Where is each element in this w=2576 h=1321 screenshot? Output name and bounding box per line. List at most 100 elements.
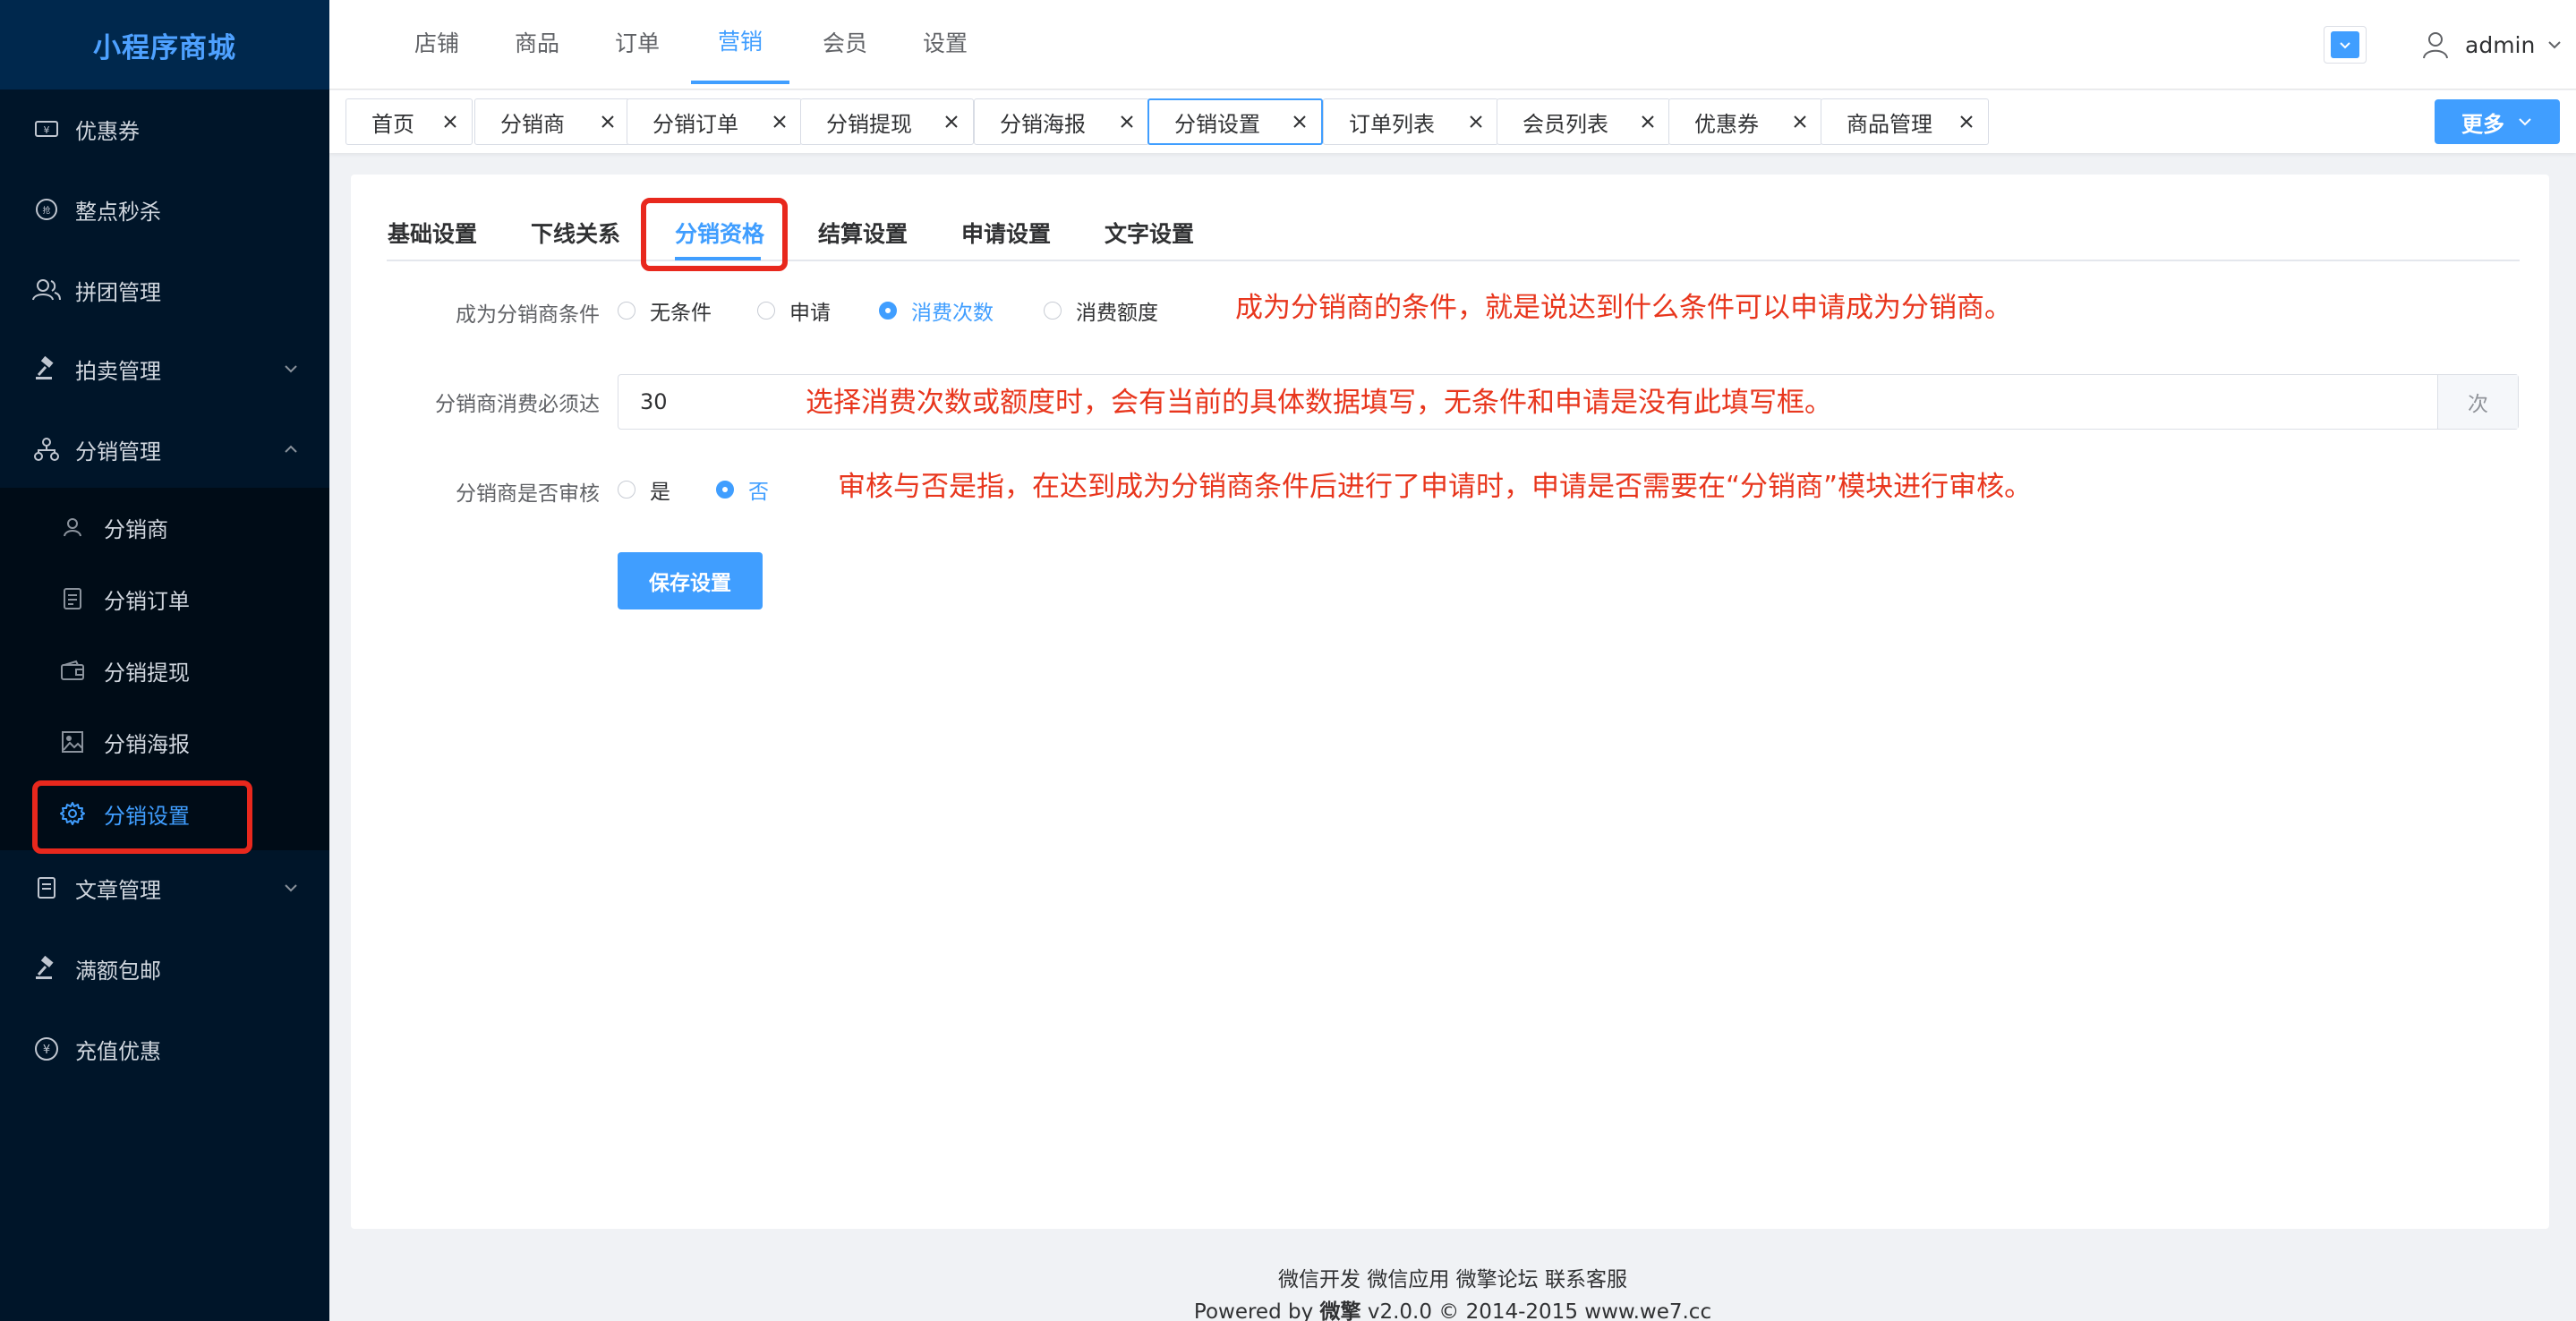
- wallet-icon: [59, 657, 86, 684]
- more-button[interactable]: 更多: [2435, 99, 2560, 144]
- close-icon[interactable]: [1118, 113, 1136, 131]
- tag-distribution-settings[interactable]: 分销设置: [1147, 98, 1323, 145]
- sidebar-subitem-distributor[interactable]: 分销商: [0, 491, 329, 563]
- radio-label: 申请: [789, 302, 831, 325]
- radio-label: 无条件: [650, 302, 712, 325]
- close-icon[interactable]: [441, 113, 459, 131]
- sidebar-item-label: 优惠券: [75, 118, 140, 144]
- radio-label: 否: [748, 481, 769, 504]
- sidebar-item-auction[interactable]: 拍卖管理: [0, 333, 329, 405]
- tab-settlement[interactable]: 结算设置: [818, 217, 908, 252]
- radio-label: 消费次数: [911, 302, 994, 325]
- chevron-down-icon: [285, 365, 297, 373]
- powered-suffix: v2.0.0 © 2014-2015 www.we7.cc: [1361, 1300, 1712, 1321]
- chevron-down-icon: [285, 884, 297, 892]
- sidebar-subitem-label: 分销商: [104, 516, 168, 542]
- close-icon[interactable]: [1639, 113, 1657, 131]
- radio-apply[interactable]: 申请: [757, 297, 831, 325]
- sidebar-item-article[interactable]: 文章管理: [0, 852, 329, 924]
- annotation-note-2: 选择消费次数或额度时，会有当前的具体数据填写，无条件和申请是没有此填写框。: [806, 387, 1832, 419]
- footer-links: 微信开发 微信应用 微擎论坛 联系客服: [1278, 1268, 1627, 1291]
- sidebar-item-label: 拼团管理: [75, 279, 161, 305]
- close-icon[interactable]: [1958, 113, 1975, 131]
- tag-coupon[interactable]: 优惠券: [1668, 98, 1822, 145]
- radio-review-no[interactable]: 否: [716, 476, 769, 504]
- tag-label: 分销海报: [1000, 111, 1086, 137]
- chevron-down-icon: [2519, 118, 2531, 126]
- radio-circle: [618, 302, 635, 320]
- highlight-box: [32, 780, 252, 854]
- top-nav-members[interactable]: 会员: [820, 0, 870, 84]
- picture-icon: [59, 729, 86, 755]
- tag-distribution-poster[interactable]: 分销海报: [974, 98, 1149, 145]
- radio-consume-count[interactable]: 消费次数: [879, 297, 994, 325]
- radio-circle: [1044, 302, 1062, 320]
- top-nav-shop[interactable]: 店铺: [412, 0, 462, 84]
- tag-label: 会员列表: [1523, 111, 1608, 137]
- tag-distributor[interactable]: 分销商: [474, 98, 630, 145]
- sidebar-subitem-withdraw[interactable]: 分销提现: [0, 635, 329, 706]
- tag-label: 分销订单: [653, 111, 738, 137]
- sidebar-subitem-poster[interactable]: 分销海报: [0, 706, 329, 778]
- radio-no-condition[interactable]: 无条件: [618, 297, 712, 325]
- tab-basic-settings[interactable]: 基础设置: [388, 217, 477, 252]
- top-nav-settings[interactable]: 设置: [920, 0, 970, 84]
- tag-label: 优惠券: [1694, 111, 1759, 137]
- radio-review-yes[interactable]: 是: [618, 476, 670, 504]
- tab-text-settings[interactable]: 文字设置: [1105, 217, 1194, 252]
- unit-suffix: 次: [2437, 375, 2518, 429]
- powered-brand: 微擎: [1319, 1300, 1361, 1321]
- save-button[interactable]: 保存设置: [618, 552, 763, 609]
- sidebar-item-flash-sale[interactable]: 抢 整点秒杀: [0, 174, 329, 245]
- sidebar-item-group-buy[interactable]: 拼团管理: [0, 254, 329, 326]
- close-icon[interactable]: [943, 113, 960, 131]
- min-consume-label: 分销商消费必须达: [435, 393, 600, 416]
- radio-label: 消费额度: [1076, 302, 1158, 325]
- highlight-box: [641, 198, 788, 271]
- top-header: 店铺 商品 订单 营销 会员 设置: [329, 0, 2576, 89]
- condition-label: 成为分销商条件: [456, 303, 600, 327]
- brand-logo: 小程序商城: [0, 0, 329, 89]
- close-icon[interactable]: [1791, 113, 1809, 131]
- sidebar-subitem-orders[interactable]: 分销订单: [0, 563, 329, 635]
- tag-label: 分销商: [500, 111, 565, 137]
- top-nav-marketing[interactable]: 营销: [691, 0, 789, 84]
- sidebar-subitem-label: 分销海报: [104, 731, 190, 757]
- tags-view: 首页 分销商 分销订单 分销提现 分销海报 分销设置 订单列表 会员列表 优惠券…: [329, 90, 2576, 153]
- close-icon[interactable]: [1291, 113, 1309, 131]
- sidebar-item-free-shipping[interactable]: 满额包邮: [0, 933, 329, 1004]
- flash-sale-icon: 抢: [32, 195, 61, 224]
- sidebar-item-distribution[interactable]: 分销管理: [0, 413, 329, 485]
- tag-order-list[interactable]: 订单列表: [1323, 98, 1498, 145]
- content-card: [351, 175, 2549, 1229]
- tag-distribution-withdraw[interactable]: 分销提现: [800, 98, 974, 145]
- tab-application[interactable]: 申请设置: [961, 217, 1051, 252]
- sidebar-item-recharge[interactable]: ¥ 充值优惠: [0, 1013, 329, 1085]
- user-menu[interactable]: admin: [2420, 25, 2563, 64]
- radio-circle: [879, 302, 897, 320]
- sidebar-item-label: 满额包邮: [75, 958, 161, 984]
- tag-distribution-orders[interactable]: 分销订单: [627, 98, 802, 145]
- close-icon[interactable]: [1467, 113, 1485, 131]
- free-shipping-icon: [32, 954, 61, 983]
- header-dropdown[interactable]: [2324, 26, 2367, 64]
- close-icon[interactable]: [771, 113, 789, 131]
- tag-label: 首页: [371, 111, 414, 137]
- top-nav-goods[interactable]: 商品: [512, 0, 562, 84]
- tag-label: 商品管理: [1847, 111, 1932, 137]
- footer-powered: Powered by 微擎 v2.0.0 © 2014-2015 www.we7…: [329, 1294, 2576, 1321]
- tag-member-list[interactable]: 会员列表: [1497, 98, 1670, 145]
- tab-downline[interactable]: 下线关系: [531, 217, 620, 252]
- tag-home[interactable]: 首页: [345, 98, 473, 145]
- more-label: 更多: [2461, 111, 2504, 137]
- top-nav-orders[interactable]: 订单: [612, 0, 662, 84]
- sidebar-item-label: 拍卖管理: [75, 358, 161, 384]
- close-icon[interactable]: [599, 113, 617, 131]
- sidebar: 小程序商城 ¥ 优惠券 抢 整点秒杀 拼团管理 拍卖管理 分销管理 分销商 分销…: [0, 0, 329, 1321]
- sidebar-item-coupon[interactable]: ¥ 优惠券: [0, 93, 329, 165]
- radio-consume-amount[interactable]: 消费额度: [1044, 297, 1158, 325]
- tag-goods-manage[interactable]: 商品管理: [1821, 98, 1989, 145]
- distribution-icon: [32, 435, 61, 464]
- annotation-note-3: 审核与否是指，在达到成为分销商条件后进行了申请时，申请是否需要在“分销商”模块进…: [838, 471, 2033, 503]
- sidebar-item-label: 充值优惠: [75, 1038, 161, 1064]
